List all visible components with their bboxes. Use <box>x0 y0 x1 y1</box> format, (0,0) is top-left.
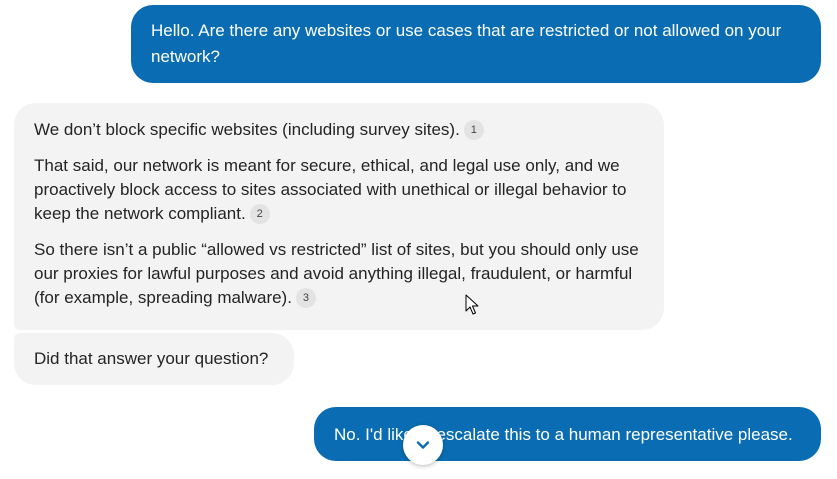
mouse-pointer-icon <box>465 294 479 315</box>
bot-paragraph: We don’t block specific websites (includ… <box>34 118 644 142</box>
bot-paragraph-text: That said, our network is meant for secu… <box>34 156 627 223</box>
bot-message: Did that answer your question? <box>14 333 294 385</box>
bot-message: We don’t block specific websites (includ… <box>14 103 664 330</box>
bot-paragraph: So there isn’t a public “allowed vs rest… <box>34 238 644 310</box>
citation-badge[interactable]: 3 <box>295 287 316 308</box>
bot-paragraph: That said, our network is meant for secu… <box>34 154 644 226</box>
bot-paragraph-text: So there isn’t a public “allowed vs rest… <box>34 240 639 307</box>
bot-message-text: Did that answer your question? <box>34 349 269 368</box>
chevron-down-icon <box>416 441 430 449</box>
bot-paragraph-text: We don’t block specific websites (includ… <box>34 120 460 139</box>
chat-transcript: Hello. Are there any websites or use cas… <box>0 0 837 479</box>
user-message-text: Hello. Are there any websites or use cas… <box>151 21 782 66</box>
citation-badge[interactable]: 1 <box>463 119 484 140</box>
citation-badge[interactable]: 2 <box>249 203 270 224</box>
user-message: No. I'd like to escalate this to a human… <box>314 407 821 461</box>
scroll-to-bottom-button[interactable] <box>403 425 443 465</box>
user-message: Hello. Are there any websites or use cas… <box>131 5 821 83</box>
